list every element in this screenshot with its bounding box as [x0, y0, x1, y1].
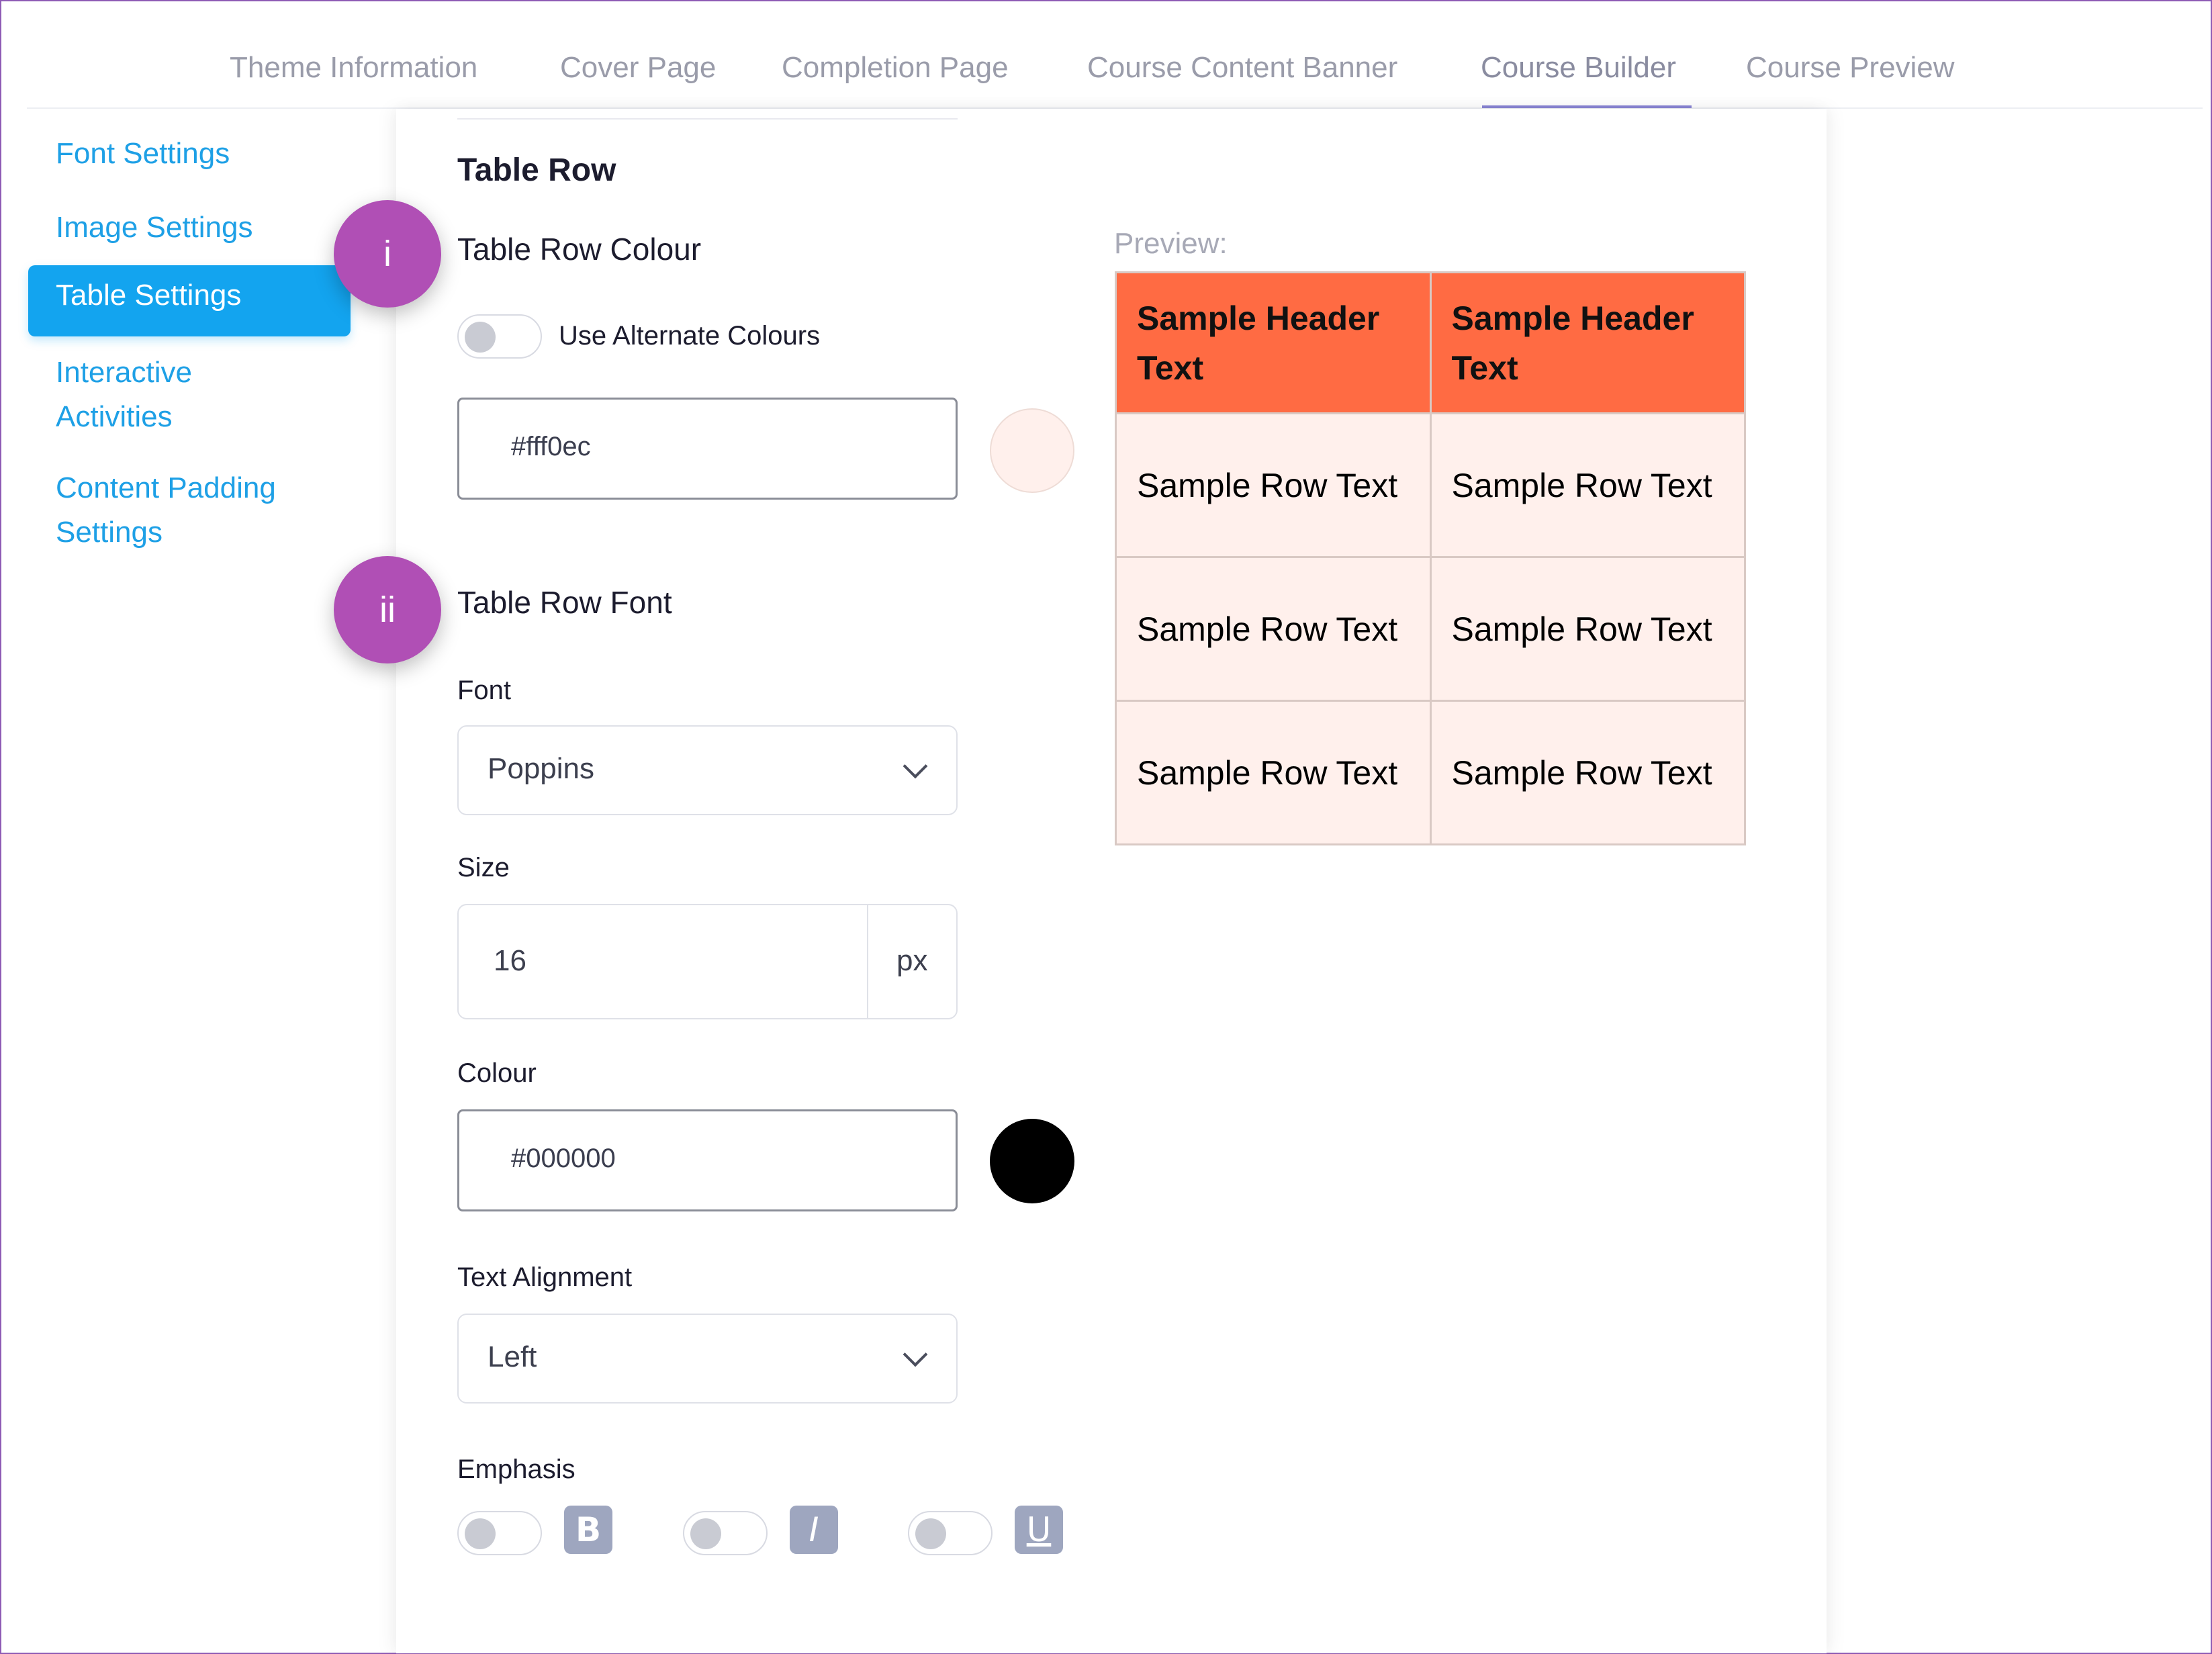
size-input[interactable]: 16 px [457, 904, 958, 1019]
colour-label: Colour [457, 1058, 537, 1088]
toggle-knob [690, 1518, 721, 1549]
text-alignment-value: Left [488, 1340, 537, 1373]
underline-icon[interactable]: U [1015, 1506, 1063, 1554]
preview-row-cell: Sample Row Text [1115, 700, 1432, 845]
alternate-colours-label: Use Alternate Colours [559, 321, 821, 351]
callout-badge-ii: ii [334, 556, 441, 663]
table-row: Sample Row Text Sample Row Text [1115, 700, 1746, 845]
size-divider [867, 905, 868, 1018]
bold-toggle[interactable] [457, 1511, 542, 1555]
size-unit: px [896, 944, 928, 977]
tab-theme-information[interactable]: Theme Information [230, 51, 477, 85]
row-colour-hex-value: #fff0ec [511, 432, 591, 461]
sidebar-item-content-padding-settings[interactable]: Content Padding Settings [56, 466, 338, 555]
tab-course-builder[interactable]: Course Builder [1481, 51, 1676, 85]
preview-table: Sample Header Text Sample Header Text Sa… [1115, 271, 1746, 845]
emphasis-label: Emphasis [457, 1455, 575, 1484]
font-colour-hex-input[interactable]: #000000 [457, 1109, 958, 1211]
preview-header-cell: Sample Header Text [1115, 271, 1432, 414]
preview-row-cell: Sample Row Text [1429, 700, 1746, 845]
toggle-knob [915, 1518, 946, 1549]
toggle-knob [465, 322, 496, 353]
toggle-knob [465, 1518, 496, 1549]
underline-toggle[interactable] [908, 1511, 993, 1555]
tab-course-content-banner[interactable]: Course Content Banner [1087, 51, 1397, 85]
alternate-colours-toggle[interactable] [457, 314, 542, 359]
divider [457, 118, 958, 120]
sidebar-item-interactive-activities[interactable]: Interactive Activities [56, 351, 257, 439]
sidebar-item-label: Table Settings [56, 279, 242, 312]
preview-header-cell: Sample Header Text [1429, 271, 1746, 414]
font-colour-swatch[interactable] [990, 1119, 1074, 1203]
top-tab-bar: Theme Information Cover Page Completion … [27, 40, 2203, 109]
preview-row-cell: Sample Row Text [1115, 412, 1432, 558]
preview-label: Preview: [1114, 227, 1228, 260]
row-font-heading: Table Row Font [457, 585, 672, 620]
tab-completion-page[interactable]: Completion Page [782, 51, 1009, 85]
size-value: 16 [494, 944, 526, 977]
sidebar-item-table-settings[interactable]: Table Settings [28, 265, 351, 336]
tab-cover-page[interactable]: Cover Page [560, 51, 716, 85]
chevron-down-icon [903, 1342, 928, 1367]
bold-icon[interactable]: B [564, 1506, 612, 1554]
chevron-down-icon [903, 753, 928, 779]
active-tab-indicator [1482, 105, 1692, 108]
text-alignment-label: Text Alignment [457, 1262, 633, 1292]
tab-course-preview[interactable]: Course Preview [1746, 51, 1955, 85]
callout-badge-i: i [334, 200, 441, 308]
sidebar-item-image-settings[interactable]: Image Settings [56, 205, 253, 250]
preview-row-cell: Sample Row Text [1115, 556, 1432, 702]
preview-header-row: Sample Header Text Sample Header Text [1115, 271, 1746, 414]
font-select-value: Poppins [488, 752, 595, 785]
table-row: Sample Row Text Sample Row Text [1115, 556, 1746, 702]
row-colour-heading: Table Row Colour [457, 232, 702, 267]
preview-row-cell: Sample Row Text [1429, 556, 1746, 702]
preview-row-cell: Sample Row Text [1429, 412, 1746, 558]
text-alignment-select[interactable]: Left [457, 1314, 958, 1404]
font-colour-hex-value: #000000 [511, 1144, 616, 1173]
italic-icon[interactable]: I [790, 1506, 838, 1554]
sidebar-item-font-settings[interactable]: Font Settings [56, 132, 230, 176]
section-title: Table Row [457, 152, 616, 188]
table-row: Sample Row Text Sample Row Text [1115, 412, 1746, 558]
italic-toggle[interactable] [683, 1511, 768, 1555]
size-label: Size [457, 853, 510, 882]
font-select[interactable]: Poppins [457, 725, 958, 815]
font-label: Font [457, 676, 512, 705]
row-colour-hex-input[interactable]: #fff0ec [457, 398, 958, 500]
row-colour-swatch[interactable] [990, 408, 1074, 493]
